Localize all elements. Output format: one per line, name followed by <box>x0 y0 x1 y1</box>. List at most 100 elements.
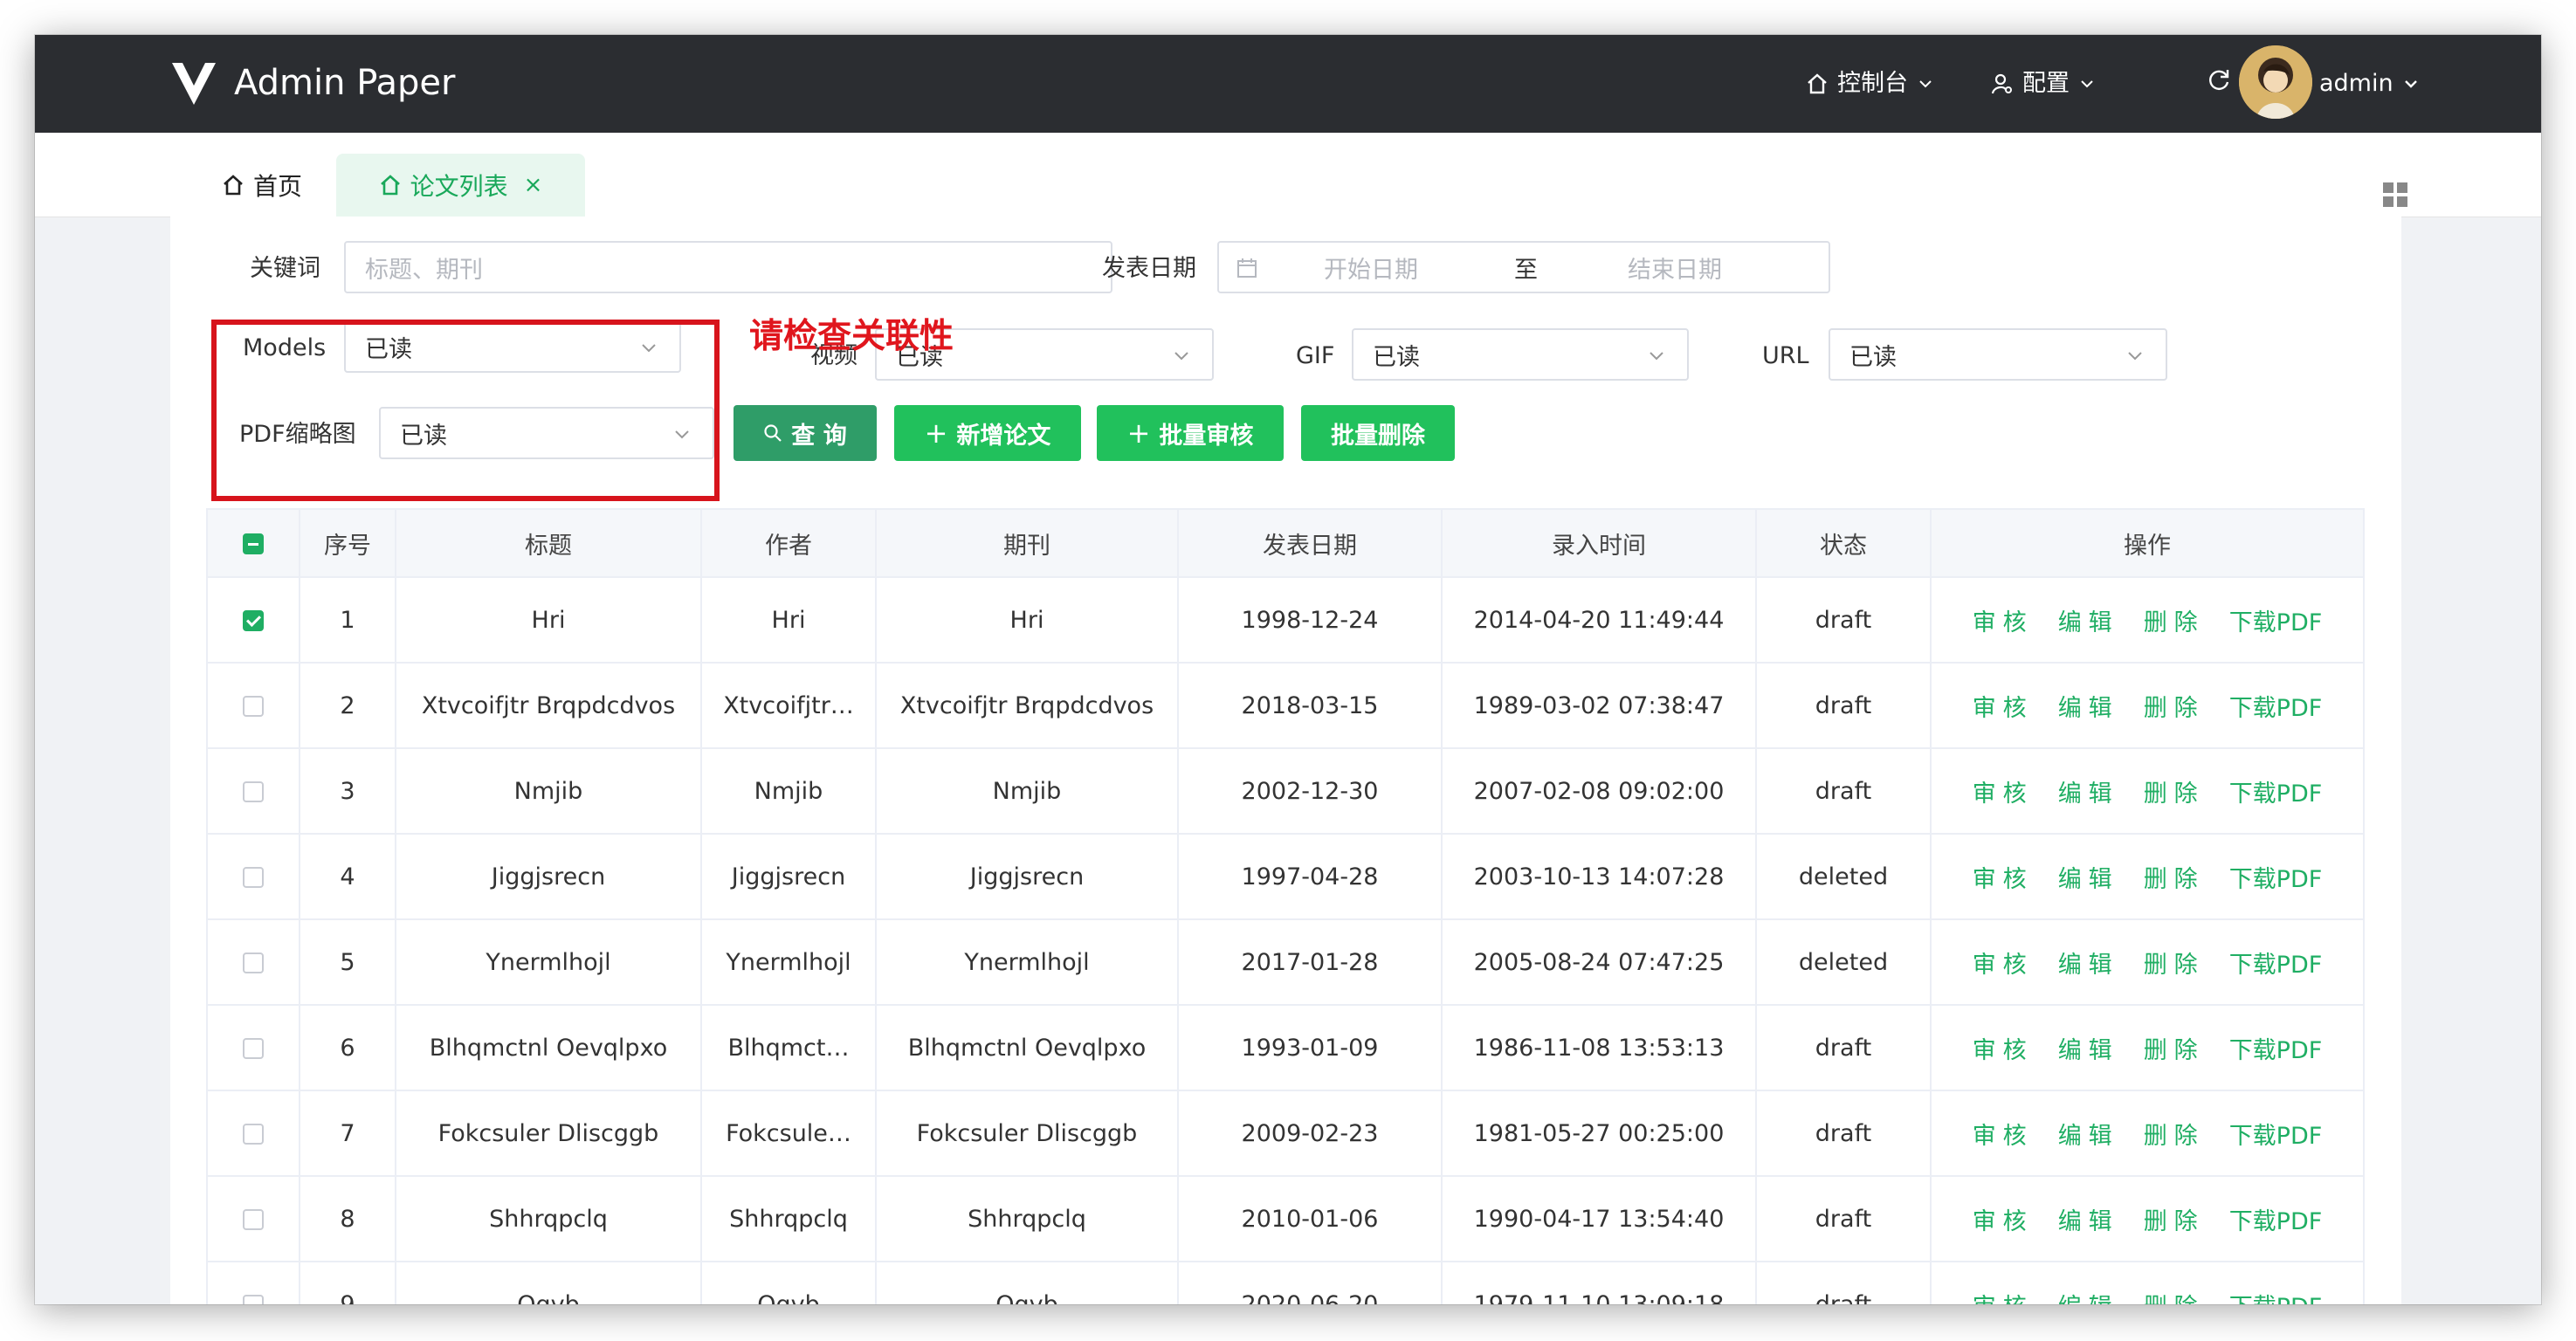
row-checkbox[interactable] <box>243 781 264 802</box>
edit-link[interactable]: 编辑 <box>2058 1288 2119 1305</box>
table-row: 4 Jiggjsrecn Jiggjsrecn Jiggjsrecn 1997-04-2… <box>206 833 2365 920</box>
row-status: draft <box>1755 1175 1932 1262</box>
edit-link[interactable]: 编辑 <box>2058 1202 2119 1236</box>
select-all-checkbox[interactable] <box>243 533 264 554</box>
row-actions: 审核编辑删除下载PDF <box>1930 1175 2365 1262</box>
refresh-icon <box>2209 70 2229 90</box>
row-actions: 审核编辑删除下载PDF <box>1930 833 2365 920</box>
row-title: Blhqmctnl Oevqlpxo <box>395 1004 702 1091</box>
tab-close-icon[interactable]: × <box>524 172 543 198</box>
row-publish-date: 2017-01-28 <box>1177 918 1443 1006</box>
download-pdf-link[interactable]: 下载PDF <box>2229 1031 2323 1065</box>
row-select-cell[interactable] <box>206 1004 300 1091</box>
review-link[interactable]: 审核 <box>1973 1288 2034 1305</box>
download-pdf-link[interactable]: 下载PDF <box>2229 946 2323 980</box>
batch-delete-button[interactable]: 批量删除 <box>1301 405 1455 461</box>
row-checkbox[interactable] <box>243 696 264 717</box>
review-link[interactable]: 审核 <box>1973 1117 2034 1151</box>
row-select-cell[interactable] <box>206 747 300 835</box>
delete-link[interactable]: 删除 <box>2144 603 2205 637</box>
delete-link[interactable]: 删除 <box>2144 774 2205 808</box>
delete-link[interactable]: 删除 <box>2144 946 2205 980</box>
edit-link[interactable]: 编辑 <box>2058 774 2119 808</box>
batch-review-label: 批量审核 <box>1159 422 1254 450</box>
row-title: Ynermlhojl <box>395 918 702 1006</box>
download-pdf-link[interactable]: 下载PDF <box>2229 1117 2323 1151</box>
row-actions: 审核编辑删除下载PDF <box>1930 1090 2365 1177</box>
edit-link[interactable]: 编辑 <box>2058 860 2119 894</box>
user-settings-icon <box>1991 73 2012 94</box>
tab-paper-list[interactable]: 论文列表 × <box>336 154 585 217</box>
date-range-picker[interactable]: 开始日期 至 结束日期 <box>1217 241 1830 293</box>
row-select-cell[interactable] <box>206 1261 300 1304</box>
batch-review-button[interactable]: + 批量审核 <box>1097 405 1284 461</box>
config-menu[interactable]: 配置 <box>1991 66 2096 101</box>
row-checkbox[interactable] <box>243 1209 264 1230</box>
add-paper-button[interactable]: + 新增论文 <box>894 405 1081 461</box>
date-start-placeholder: 开始日期 <box>1324 256 1418 284</box>
refresh-button[interactable] <box>2206 66 2232 93</box>
row-title: Hri <box>395 576 702 664</box>
add-paper-label: 新增论文 <box>956 422 1051 450</box>
row-checkbox[interactable] <box>243 1124 264 1145</box>
url-select[interactable]: 已读 <box>1829 328 2167 381</box>
row-status: draft <box>1755 662 1932 749</box>
review-link[interactable]: 审核 <box>1973 603 2034 637</box>
delete-link[interactable]: 删除 <box>2144 860 2205 894</box>
edit-link[interactable]: 编辑 <box>2058 1031 2119 1065</box>
row-checkbox[interactable] <box>243 1038 264 1059</box>
row-select-cell[interactable] <box>206 1175 300 1262</box>
row-checkbox[interactable] <box>243 867 264 888</box>
row-journal: Shhrqpclq <box>875 1175 1179 1262</box>
review-link[interactable]: 审核 <box>1973 689 2034 723</box>
edit-link[interactable]: 编辑 <box>2058 603 2119 637</box>
row-select-cell[interactable] <box>206 918 300 1006</box>
gif-select[interactable]: 已读 <box>1352 328 1689 381</box>
row-select-cell[interactable] <box>206 1090 300 1177</box>
row-checkbox[interactable] <box>243 610 264 631</box>
download-pdf-link[interactable]: 下载PDF <box>2229 603 2323 637</box>
delete-link[interactable]: 删除 <box>2144 1288 2205 1305</box>
row-select-cell[interactable] <box>206 576 300 664</box>
delete-link[interactable]: 删除 <box>2144 689 2205 723</box>
date-separator: 至 <box>1514 256 1538 284</box>
delete-link[interactable]: 删除 <box>2144 1117 2205 1151</box>
edit-link[interactable]: 编辑 <box>2058 1117 2119 1151</box>
download-pdf-link[interactable]: 下载PDF <box>2229 774 2323 808</box>
grid-menu-icon[interactable] <box>2382 182 2408 208</box>
row-number: 2 <box>299 662 396 749</box>
query-button[interactable]: 查 询 <box>734 405 877 461</box>
edit-link[interactable]: 编辑 <box>2058 946 2119 980</box>
row-number: 7 <box>299 1090 396 1177</box>
tab-home[interactable]: 首页 <box>222 154 302 217</box>
row-journal: Hri <box>875 576 1179 664</box>
keyword-input[interactable]: 标题、期刊 <box>344 241 1112 293</box>
review-link[interactable]: 审核 <box>1973 860 2034 894</box>
avatar[interactable] <box>2239 45 2312 119</box>
review-link[interactable]: 审核 <box>1973 946 2034 980</box>
review-link[interactable]: 审核 <box>1973 774 2034 808</box>
download-pdf-link[interactable]: 下载PDF <box>2229 689 2323 723</box>
row-status: draft <box>1755 1090 1932 1177</box>
row-select-cell[interactable] <box>206 833 300 920</box>
chevron-down-icon <box>2128 352 2142 361</box>
row-status: draft <box>1755 747 1932 835</box>
download-pdf-link[interactable]: 下载PDF <box>2229 1288 2323 1305</box>
row-checkbox[interactable] <box>243 1295 264 1304</box>
select-all-cell[interactable] <box>206 508 300 578</box>
row-select-cell[interactable] <box>206 662 300 749</box>
row-publish-date: 2010-01-06 <box>1177 1175 1443 1262</box>
row-checkbox[interactable] <box>243 952 264 973</box>
console-menu[interactable]: 控制台 <box>1806 66 1934 101</box>
user-menu[interactable]: admin <box>2319 66 2420 101</box>
delete-link[interactable]: 删除 <box>2144 1031 2205 1065</box>
row-action-group: 审核编辑删除下载PDF <box>1940 860 2354 894</box>
review-link[interactable]: 审核 <box>1973 1031 2034 1065</box>
calendar-icon <box>1237 258 1257 278</box>
delete-link[interactable]: 删除 <box>2144 1202 2205 1236</box>
download-pdf-link[interactable]: 下载PDF <box>2229 860 2323 894</box>
review-link[interactable]: 审核 <box>1973 1202 2034 1236</box>
edit-link[interactable]: 编辑 <box>2058 689 2119 723</box>
download-pdf-link[interactable]: 下载PDF <box>2229 1202 2323 1236</box>
row-action-group: 审核编辑删除下载PDF <box>1940 946 2354 980</box>
